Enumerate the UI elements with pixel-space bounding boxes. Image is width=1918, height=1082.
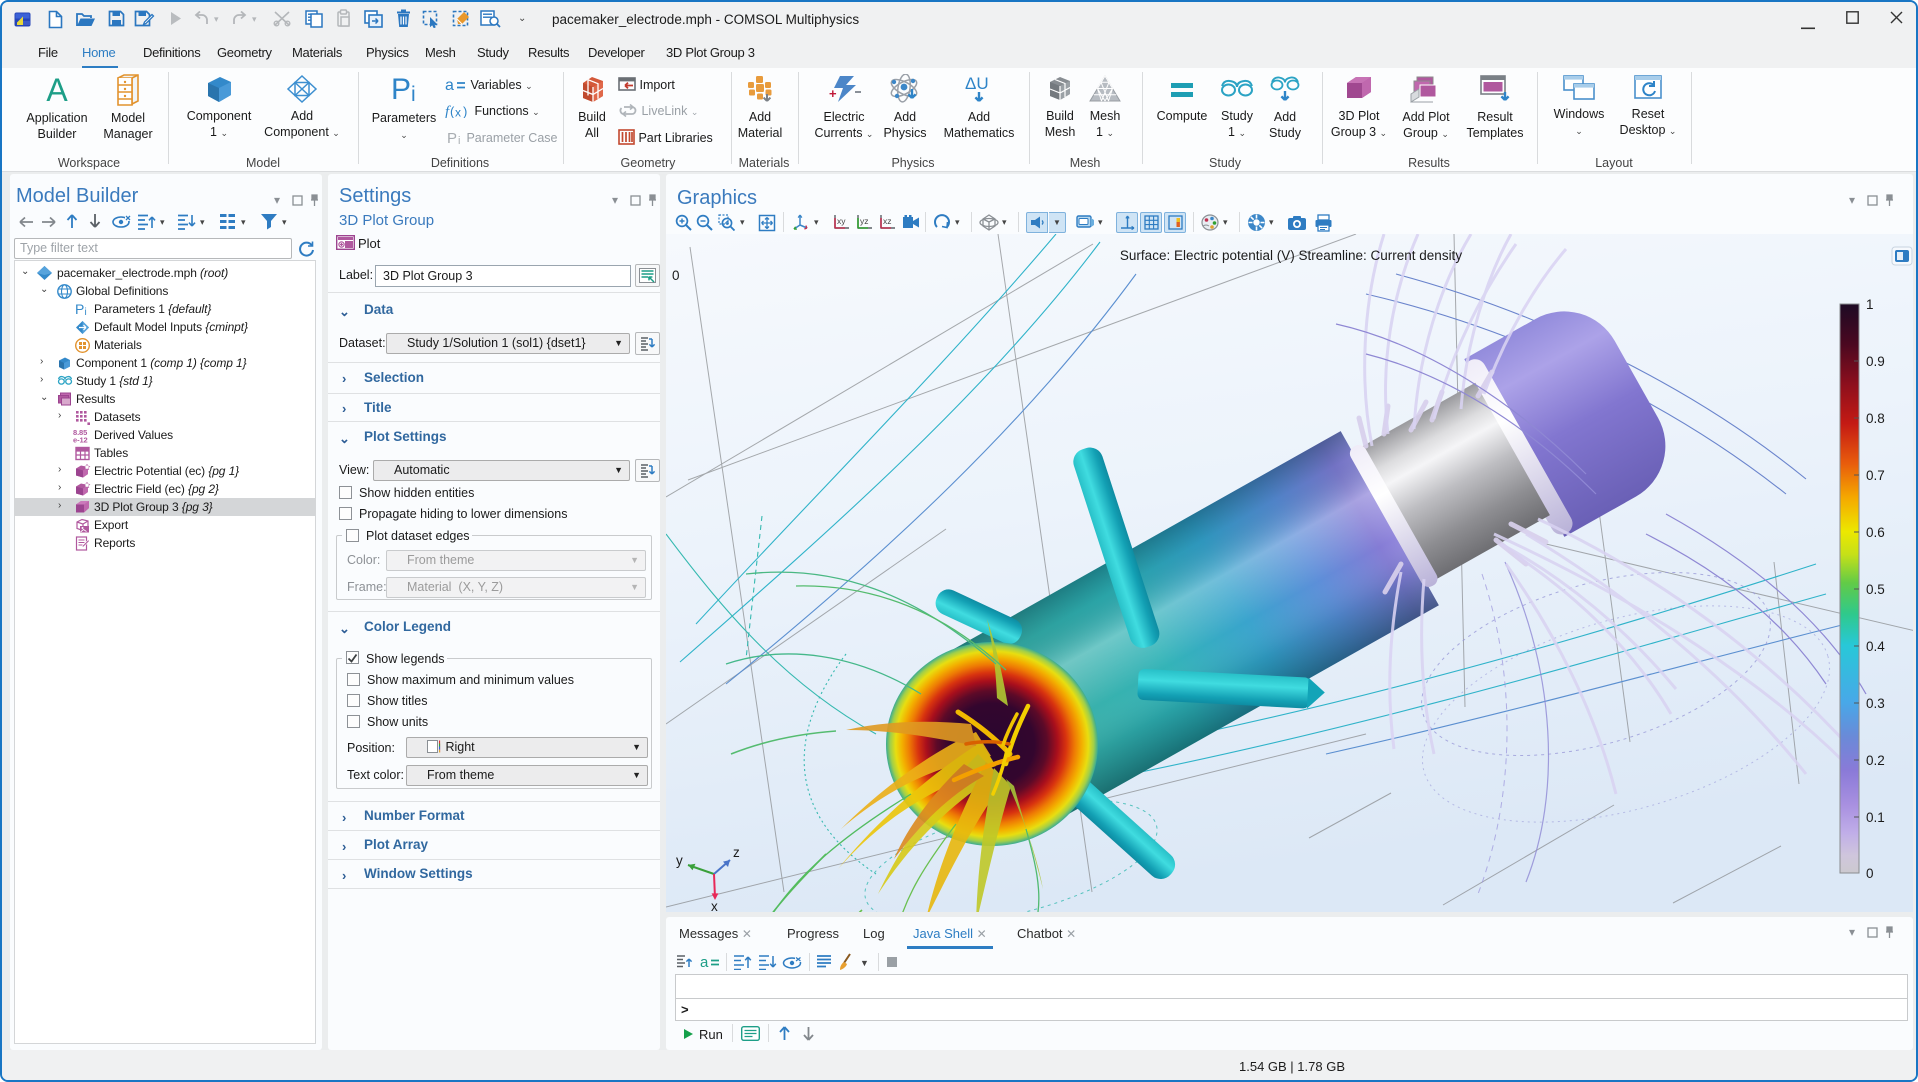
svg-text:e-12: e-12: [73, 436, 88, 444]
svg-text:xy: xy: [837, 216, 846, 226]
svg-text:y: y: [676, 853, 683, 868]
svg-text:a: a: [700, 955, 709, 969]
svg-text:z: z: [733, 845, 740, 860]
svg-text:x: x: [711, 899, 718, 912]
svg-text:0.3: 0.3: [1866, 696, 1885, 711]
svg-text:): ): [463, 104, 467, 118]
svg-text:xz: xz: [883, 216, 892, 226]
svg-text:0.5: 0.5: [1866, 582, 1885, 597]
svg-text:+: +: [829, 86, 837, 101]
svg-text:0.4: 0.4: [1866, 639, 1885, 654]
svg-text:P: P: [447, 130, 457, 145]
svg-text:i: i: [411, 83, 416, 106]
svg-text:0.1: 0.1: [1866, 810, 1885, 825]
svg-text:0.7: 0.7: [1866, 468, 1885, 483]
svg-text:A: A: [46, 74, 68, 106]
svg-text:1: 1: [1866, 297, 1874, 312]
svg-text:0.9: 0.9: [1866, 354, 1885, 369]
svg-text:i: i: [85, 307, 87, 317]
svg-text:0.2: 0.2: [1866, 753, 1885, 768]
svg-text:yz: yz: [860, 216, 869, 226]
svg-text:x: x: [455, 106, 461, 119]
svg-text:0: 0: [672, 268, 680, 283]
svg-text:i: i: [458, 135, 460, 145]
svg-text:P: P: [391, 74, 411, 106]
svg-text:0: 0: [1866, 866, 1874, 881]
svg-text:ΔU: ΔU: [965, 74, 989, 93]
svg-text:a: a: [445, 77, 454, 92]
svg-text:P: P: [75, 302, 84, 317]
svg-text:Surface: Electric potential (V: Surface: Electric potential (V) Streamli…: [1120, 248, 1462, 263]
svg-text:0.8: 0.8: [1866, 411, 1885, 426]
svg-text:0.6: 0.6: [1866, 525, 1885, 540]
